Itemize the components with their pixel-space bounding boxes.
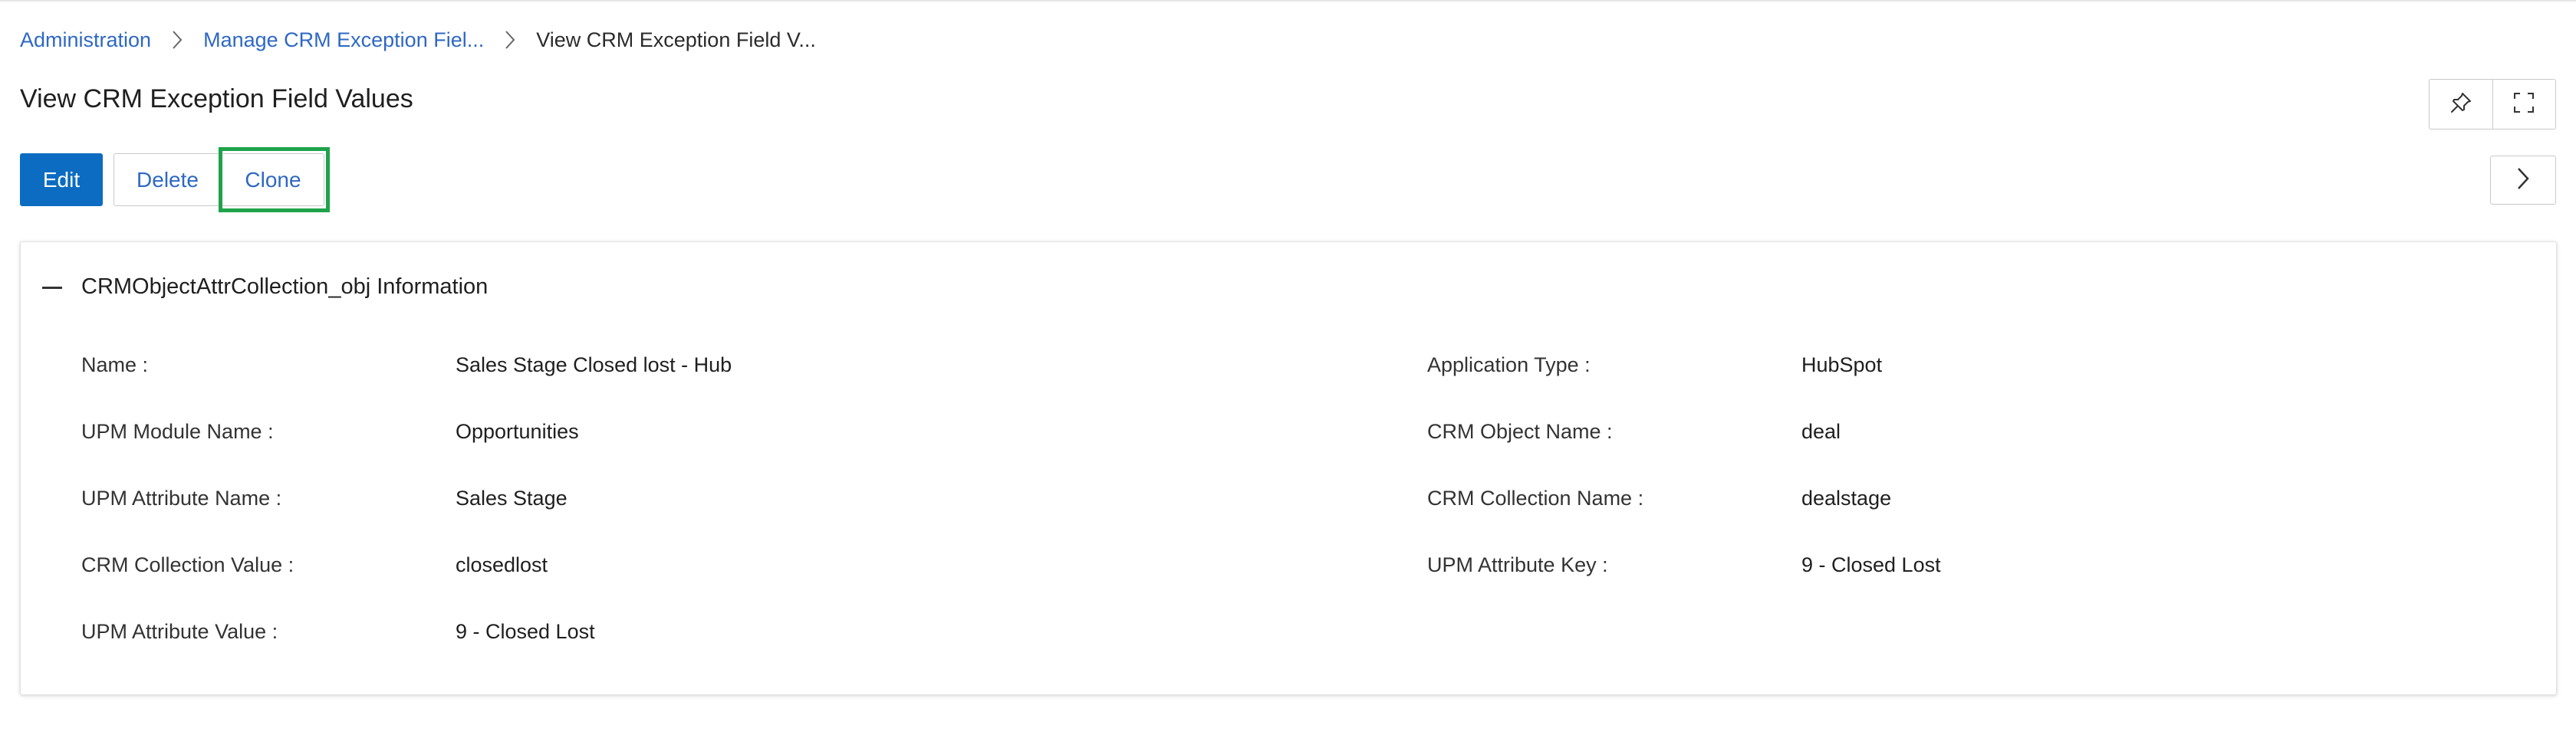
clone-button[interactable]: Clone — [222, 153, 324, 206]
delete-button[interactable]: Delete — [114, 153, 222, 206]
field-value-crm-collection-value: closedlost — [456, 553, 548, 576]
section-title: CRMObjectAttrCollection_obj Information — [81, 274, 489, 299]
pin-icon — [2449, 91, 2472, 118]
chevron-right-icon — [2515, 166, 2531, 195]
information-card: CRMObjectAttrCollection_obj Information … — [20, 241, 2557, 695]
field-label-crm-collection-name: CRM Collection Name : — [1427, 487, 1644, 510]
chevron-right-icon — [162, 26, 192, 54]
field-value-upm-module-name: Opportunities — [456, 420, 579, 443]
collapse-icon[interactable] — [42, 287, 62, 289]
field-label-upm-module-name: UPM Module Name : — [81, 420, 274, 443]
field-label-application-type: Application Type : — [1427, 353, 1591, 376]
field-label-upm-attribute-key: UPM Attribute Key : — [1427, 553, 1608, 576]
field-label-upm-attribute-name: UPM Attribute Name : — [81, 487, 282, 510]
breadcrumb-manage-crm-exception[interactable]: Manage CRM Exception Fiel... — [203, 28, 484, 52]
field-value-name: Sales Stage Closed lost - Hub — [456, 353, 732, 376]
side-panel-toggle[interactable] — [2490, 156, 2556, 205]
field-value-upm-attribute-name: Sales Stage — [456, 487, 568, 510]
breadcrumb-administration[interactable]: Administration — [20, 28, 151, 52]
field-value-crm-collection-name: dealstage — [1801, 487, 1892, 510]
fullscreen-button[interactable] — [2492, 80, 2556, 129]
field-label-name: Name : — [81, 353, 149, 376]
field-value-upm-attribute-key: 9 - Closed Lost — [1801, 553, 1941, 576]
chevron-right-icon — [495, 26, 525, 54]
pin-button[interactable] — [2430, 80, 2492, 129]
field-label-crm-collection-value: CRM Collection Value : — [81, 553, 294, 576]
top-divider — [0, 0, 2576, 2]
field-label-upm-attribute-value: UPM Attribute Value : — [81, 620, 278, 643]
header-icon-group — [2429, 79, 2556, 130]
field-value-application-type: HubSpot — [1801, 353, 1883, 376]
fullscreen-icon — [2512, 91, 2535, 118]
page-title: View CRM Exception Field Values — [20, 84, 413, 113]
field-label-crm-object-name: CRM Object Name : — [1427, 420, 1613, 443]
field-value-upm-attribute-value: 9 - Closed Lost — [456, 620, 595, 643]
field-value-crm-object-name: deal — [1801, 420, 1841, 443]
breadcrumb: Administration Manage CRM Exception Fiel… — [20, 26, 816, 54]
edit-button[interactable]: Edit — [20, 153, 103, 206]
breadcrumb-current: View CRM Exception Field V... — [536, 28, 816, 51]
